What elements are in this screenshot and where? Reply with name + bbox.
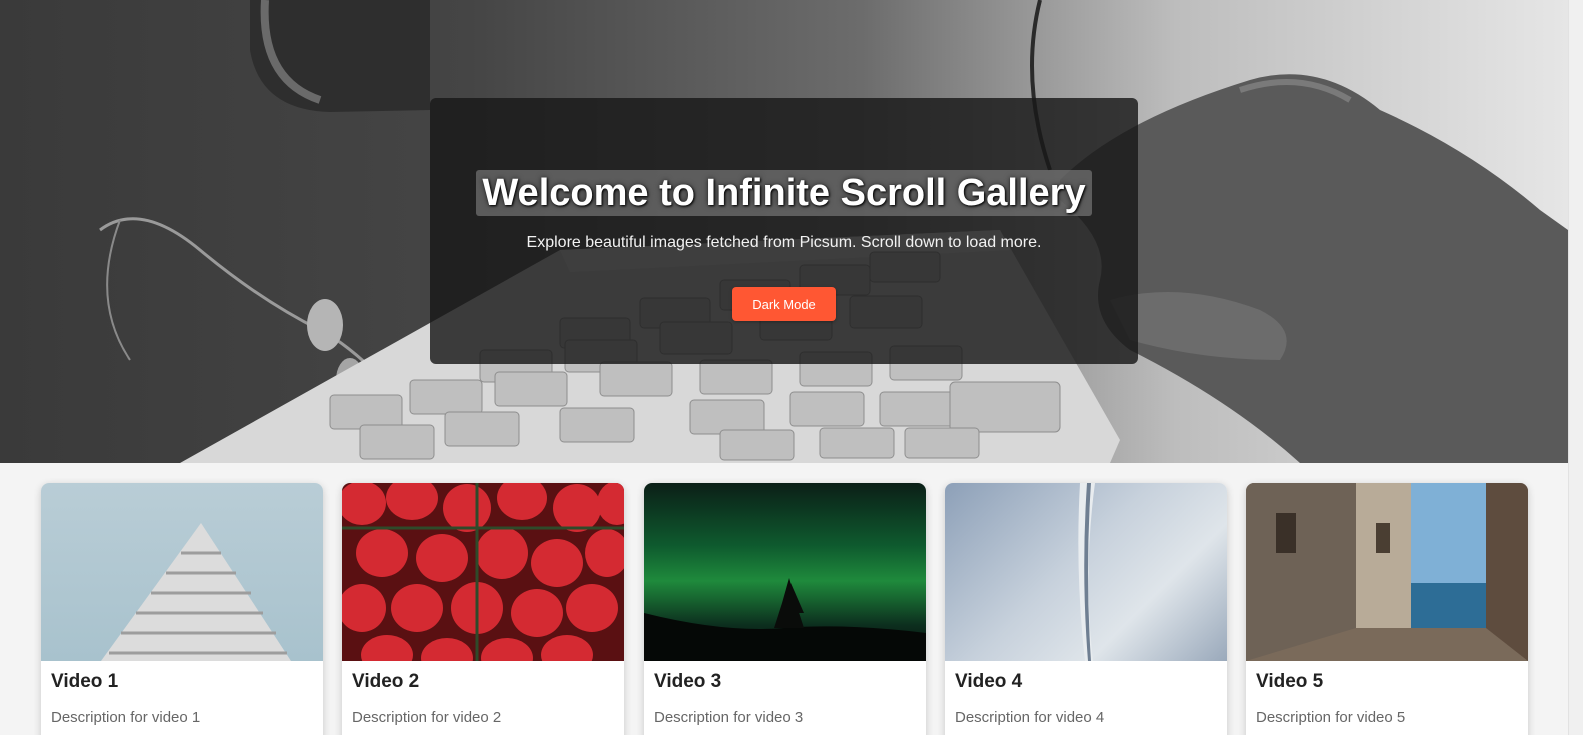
card-title: Video 4 <box>955 671 1023 692</box>
abstract-sky-image[interactable] <box>945 483 1227 661</box>
gallery-grid: Video 1 Description for video 1 Video 2 … <box>0 463 1568 735</box>
hero-title: Welcome to Infinite Scroll Gallery <box>476 170 1092 216</box>
seaside-alley-image[interactable] <box>1246 483 1528 661</box>
gallery-card[interactable]: Video 3 Description for video 3 <box>644 483 926 735</box>
page: Welcome to Infinite Scroll Gallery Explo… <box>0 0 1583 735</box>
card-title: Video 2 <box>352 671 420 692</box>
aurora-image[interactable] <box>644 483 926 661</box>
card-title: Video 1 <box>51 671 119 692</box>
hero-section: Welcome to Infinite Scroll Gallery Explo… <box>0 0 1568 463</box>
gallery-card[interactable]: Video 2 Description for video 2 <box>342 483 624 735</box>
hero-card: Welcome to Infinite Scroll Gallery Explo… <box>430 98 1138 364</box>
building-pyramid-image[interactable] <box>41 483 323 661</box>
card-description: Description for video 3 <box>654 709 804 726</box>
strawberries-image[interactable] <box>342 483 624 661</box>
gallery-card[interactable]: Video 4 Description for video 4 <box>945 483 1227 735</box>
card-description: Description for video 4 <box>955 709 1105 726</box>
card-title: Video 5 <box>1256 671 1324 692</box>
card-description: Description for video 5 <box>1256 709 1406 726</box>
card-description: Description for video 2 <box>352 709 502 726</box>
vertical-scrollbar[interactable] <box>1568 0 1583 735</box>
hero-subtitle: Explore beautiful images fetched from Pi… <box>526 234 1042 251</box>
gallery-card[interactable]: Video 5 Description for video 5 <box>1246 483 1528 735</box>
card-description: Description for video 1 <box>51 709 201 726</box>
gallery-card[interactable]: Video 1 Description for video 1 <box>41 483 323 735</box>
card-title: Video 3 <box>654 671 722 692</box>
dark-mode-button[interactable]: Dark Mode <box>732 287 836 321</box>
